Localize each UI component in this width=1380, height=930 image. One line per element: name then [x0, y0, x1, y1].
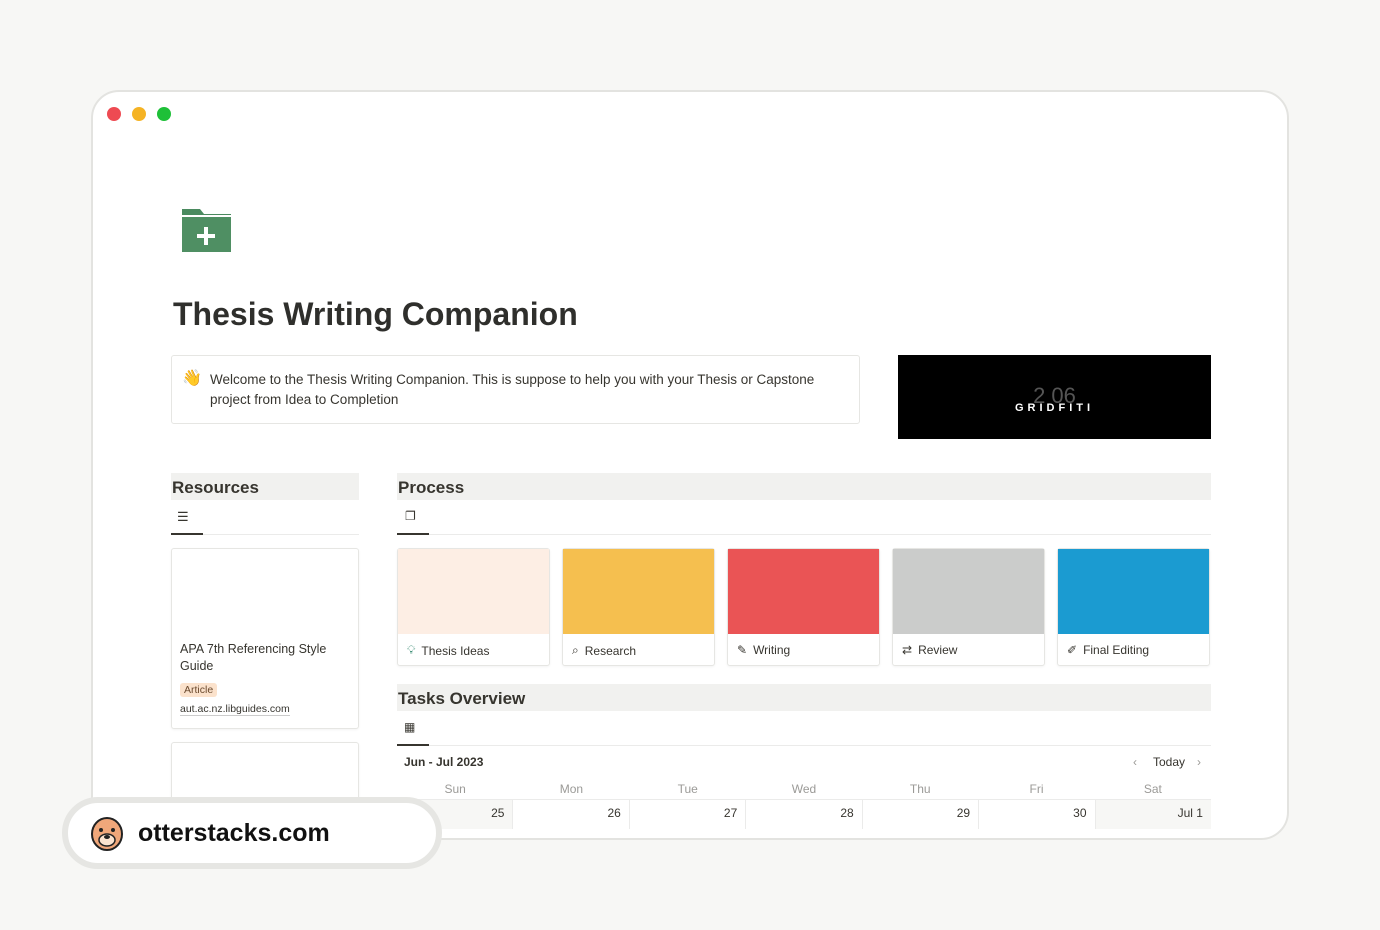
- resources-view-tab[interactable]: ☰: [171, 500, 359, 535]
- process-card-research[interactable]: ⌕ Research: [562, 548, 715, 666]
- calendar-day[interactable]: 28: [746, 800, 863, 829]
- resources-heading: Resources: [171, 473, 359, 500]
- maximize-window-button[interactable]: [157, 107, 171, 121]
- close-window-button[interactable]: [107, 107, 121, 121]
- watermark-text: otterstacks.com: [138, 818, 330, 847]
- calendar-week-row: 25 26 27 28 29 30 Jul 1: [397, 799, 1211, 829]
- calendar-day[interactable]: 29: [863, 800, 980, 829]
- app-window: Thesis Writing Companion 👋 Welcome to th…: [91, 90, 1289, 840]
- card-label: Review: [918, 643, 958, 657]
- weekday: Thu: [909, 782, 931, 796]
- resource-title: APA 7th Referencing Style Guide: [180, 642, 327, 673]
- weekday: Fri: [1029, 782, 1044, 796]
- card-label: Writing: [753, 643, 791, 657]
- calendar-day[interactable]: 27: [630, 800, 747, 829]
- watermark-badge: otterstacks.com: [62, 797, 442, 869]
- process-card-writing[interactable]: ✎ Writing: [727, 548, 880, 666]
- process-view-tab[interactable]: ❐: [397, 500, 1211, 535]
- prev-month-button[interactable]: ‹: [1133, 755, 1137, 769]
- folder-plus-icon: [181, 207, 233, 258]
- process-heading: Process: [397, 473, 1211, 500]
- calendar-day[interactable]: Jul 1: [1095, 800, 1211, 829]
- search-icon: ⌕: [572, 643, 579, 657]
- database-icon: ☰: [177, 509, 189, 524]
- welcome-callout: 👋 Welcome to the Thesis Writing Companio…: [171, 355, 860, 424]
- calendar-day[interactable]: 30: [979, 800, 1096, 829]
- card-label: Research: [584, 643, 637, 658]
- weekday-header: Sun Mon Tue Wed Thu Fri Sat: [397, 782, 1211, 796]
- gridfiti-banner: 2 06 GRIDFITI: [898, 355, 1211, 439]
- waving-hand-icon: 👋: [182, 370, 202, 387]
- today-button[interactable]: Today: [1153, 755, 1185, 769]
- calendar-range: Jun - Jul 2023: [404, 755, 484, 769]
- callout-text: Welcome to the Thesis Writing Companion.…: [210, 372, 815, 407]
- weekday: Sun: [444, 782, 466, 796]
- card-label: Thesis Ideas: [421, 643, 490, 658]
- lightbulb-icon: 💡︎: [407, 643, 416, 657]
- process-card-review[interactable]: ⇄ Review: [892, 548, 1045, 666]
- weekday: Tue: [677, 782, 698, 796]
- weekday: Sat: [1143, 782, 1162, 796]
- tasks-view-tab[interactable]: ▦: [397, 711, 1211, 746]
- minimize-window-button[interactable]: [132, 107, 146, 121]
- weekday: Wed: [791, 782, 817, 796]
- page-title: Thesis Writing Companion: [173, 296, 578, 332]
- resource-card[interactable]: APA 7th Referencing Style Guide Article …: [171, 548, 359, 729]
- process-card-thesis-ideas[interactable]: 💡︎ Thesis Ideas: [397, 548, 550, 666]
- calendar-day[interactable]: 26: [513, 800, 630, 829]
- weekday: Mon: [559, 782, 584, 796]
- otter-logo-icon: [91, 817, 123, 851]
- card-label: Final Editing: [1083, 643, 1150, 657]
- resource-tag: Article: [180, 683, 218, 697]
- resource-url[interactable]: aut.ac.nz.libguides.com: [180, 703, 290, 716]
- process-card-final-editing[interactable]: ✐ Final Editing: [1057, 548, 1210, 666]
- swap-icon: ⇄: [902, 643, 913, 657]
- tasks-heading: Tasks Overview: [397, 684, 1211, 711]
- calendar-icon: ▦: [404, 720, 416, 734]
- edit-icon: ✎: [737, 643, 748, 657]
- banner-text: GRIDFITI: [1014, 402, 1095, 414]
- pen-icon: ✐: [1067, 643, 1078, 657]
- next-month-button[interactable]: ›: [1197, 755, 1201, 769]
- gallery-icon: ❐: [405, 509, 416, 523]
